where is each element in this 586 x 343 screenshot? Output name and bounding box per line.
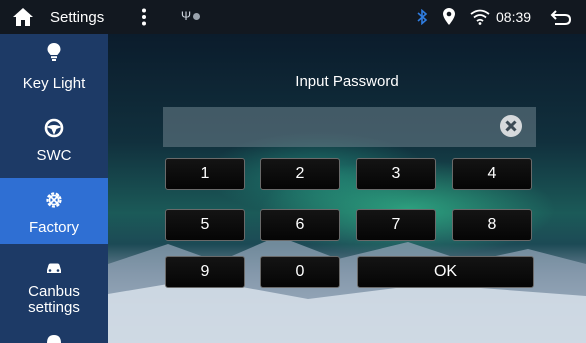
clock: 08:39 xyxy=(496,9,532,25)
key-7[interactable]: 7 xyxy=(356,209,436,241)
android-icon[interactable] xyxy=(45,332,63,343)
sidebar-item-canbus-settings[interactable]: Canbus settings xyxy=(0,248,108,328)
settings-sidebar: Key Light SWC Factory Canbus settings xyxy=(0,34,108,343)
sidebar-item-label: Key Light xyxy=(22,75,86,92)
wifi-icon xyxy=(470,9,490,25)
key-2[interactable]: 2 xyxy=(260,158,340,190)
key-0[interactable]: 0 xyxy=(260,256,340,288)
key-5[interactable]: 5 xyxy=(165,209,245,241)
gear-tools-icon xyxy=(46,192,62,208)
sidebar-item-label: Factory xyxy=(28,219,79,236)
sidebar-item-swc[interactable]: SWC xyxy=(0,106,108,176)
steering-wheel-icon xyxy=(44,118,64,138)
notification-dot xyxy=(193,13,200,20)
location-pin-icon xyxy=(443,8,455,25)
sidebar-item-label: SWC xyxy=(36,147,72,164)
sidebar-item-label: Canbus settings xyxy=(28,283,80,316)
key-4[interactable]: 4 xyxy=(452,158,532,190)
car-icon xyxy=(47,263,61,273)
usb-icon: Ψ xyxy=(181,9,192,23)
more-vertical-icon[interactable] xyxy=(141,8,147,26)
password-input[interactable] xyxy=(163,107,536,147)
password-panel: Input Password 1 2 3 4 5 6 7 8 9 0 OK xyxy=(108,34,586,343)
ok-button[interactable]: OK xyxy=(357,256,534,288)
key-1[interactable]: 1 xyxy=(165,158,245,190)
app-title: Settings xyxy=(50,9,105,26)
back-icon[interactable] xyxy=(549,8,573,26)
status-bar: Settings Ψ 08:39 xyxy=(0,0,586,34)
password-title: Input Password xyxy=(295,73,399,90)
sidebar-item-key-light[interactable]: Key Light xyxy=(0,34,108,104)
key-8[interactable]: 8 xyxy=(452,209,532,241)
key-3[interactable]: 3 xyxy=(356,158,436,190)
key-6[interactable]: 6 xyxy=(260,209,340,241)
home-icon[interactable] xyxy=(12,7,34,27)
key-9[interactable]: 9 xyxy=(165,256,245,288)
bluetooth-icon xyxy=(417,9,428,25)
clear-icon[interactable] xyxy=(499,114,523,138)
lightbulb-icon xyxy=(47,43,61,61)
sidebar-item-factory[interactable]: Factory xyxy=(0,178,108,244)
